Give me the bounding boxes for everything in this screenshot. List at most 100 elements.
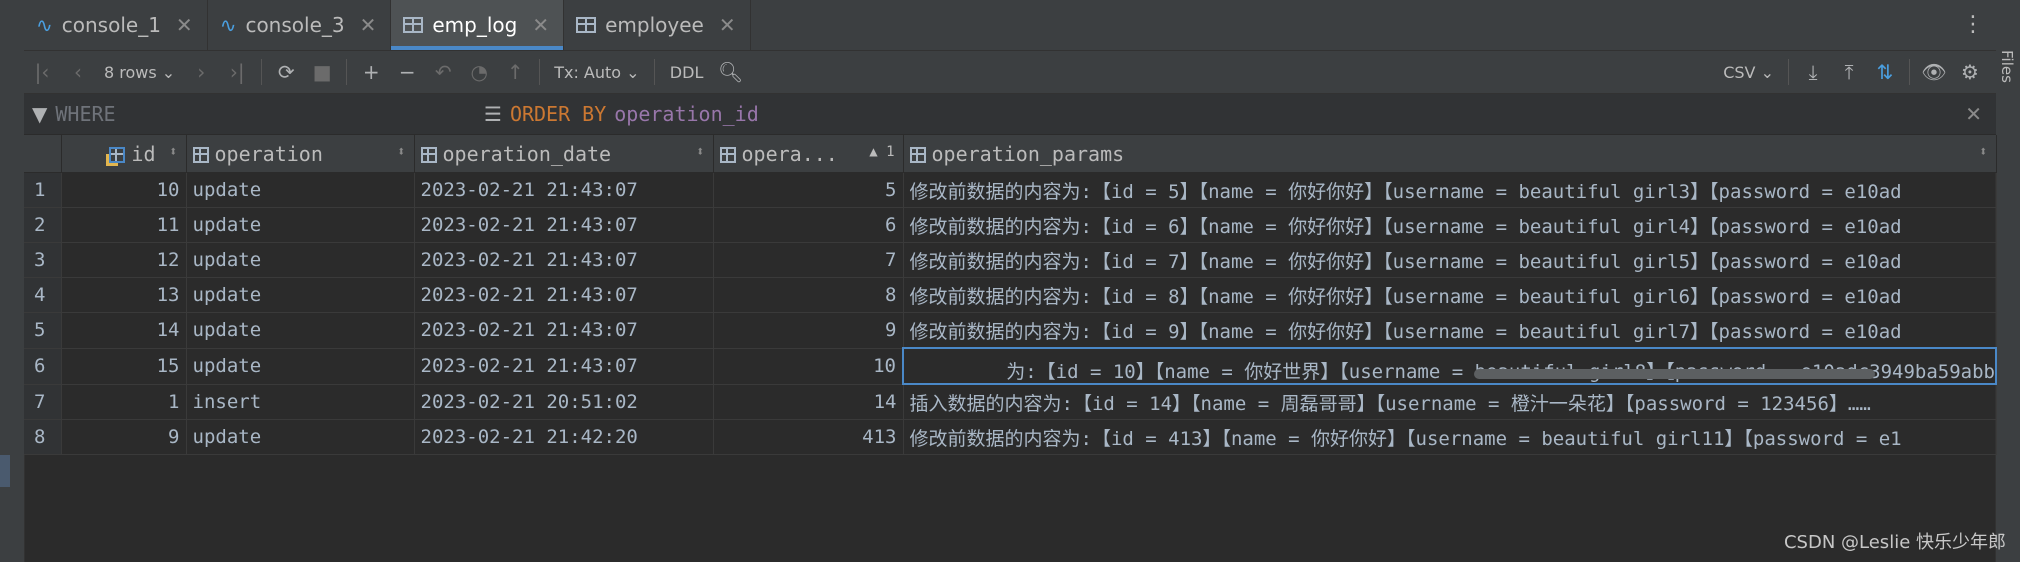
cell-id[interactable]: 12 (61, 242, 187, 278)
close-icon[interactable]: ✕ (532, 13, 549, 37)
cell-id[interactable]: 1 (61, 384, 187, 420)
cell-operation-id[interactable]: 10 (713, 348, 904, 385)
table-row[interactable]: 8 9 update 2023-02-21 21:42:20 413 修改前数据… (24, 419, 1997, 455)
download-icon[interactable]: ⤓ (1795, 55, 1831, 89)
next-page-icon[interactable]: › (183, 55, 219, 89)
cell-operation-params[interactable]: 修改前数据的内容为:【id = 6】【name = 你好你好】【username… (903, 207, 1997, 243)
close-icon[interactable]: ✕ (719, 13, 736, 37)
add-row-icon[interactable]: + (353, 55, 389, 89)
cell-operation-params[interactable]: 修改前数据的内容为:【id = 8】【name = 你好你好】【username… (903, 277, 1997, 313)
refresh-icon[interactable]: ⟳ (268, 55, 304, 89)
table-row[interactable]: 7 1 insert 2023-02-21 20:51:02 14 插入数据的内… (24, 384, 1997, 420)
table-row-expanded[interactable]: 6 15 update 2023-02-21 21:43:07 10 为:【id… (24, 347, 1997, 385)
cell-operation-date[interactable]: 2023-02-21 20:51:02 (414, 384, 714, 420)
horizontal-scrollbar[interactable] (1474, 369, 1875, 379)
row-number[interactable]: 4 (24, 277, 62, 313)
cell-operation[interactable]: update (186, 242, 415, 278)
cell-id[interactable]: 10 (61, 172, 187, 208)
files-tool-button[interactable]: Files (1998, 50, 2016, 83)
cell-operation-date[interactable]: 2023-02-21 21:43:07 (414, 242, 714, 278)
row-number[interactable]: 2 (24, 207, 62, 243)
cell-id[interactable]: 11 (61, 207, 187, 243)
cell-operation[interactable]: update (186, 419, 415, 455)
cell-id[interactable]: 14 (61, 312, 187, 349)
cell-operation-date[interactable]: 2023-02-21 21:43:07 (414, 348, 714, 385)
cell-editor-operation-params[interactable]: 为:【id = 10】【name = 你好世界】【username = beau… (902, 347, 1997, 385)
sort-ascending-icon[interactable]: ▲ 1 (869, 144, 894, 160)
ddl-button[interactable]: DDL (661, 55, 713, 89)
revert-icon[interactable]: ↶ (425, 55, 461, 89)
stop-icon[interactable]: ■ (304, 55, 340, 89)
row-number[interactable]: 6 (24, 348, 62, 385)
previous-page-icon[interactable]: ‹ (60, 55, 96, 89)
cell-operation-params[interactable]: 修改前数据的内容为:【id = 413】【name = 你好你好】【userna… (903, 419, 1997, 455)
cell-operation-id[interactable]: 413 (713, 419, 904, 455)
cell-operation-id[interactable]: 5 (713, 172, 904, 208)
column-header-operation-date[interactable]: operation_date ⬍ (414, 135, 714, 173)
column-header-id[interactable]: id ⬍ (61, 135, 187, 173)
first-page-icon[interactable]: |‹ (24, 55, 60, 89)
more-vertical-icon[interactable]: ⋮ (1962, 12, 1984, 37)
tab-employee[interactable]: employee ✕ (564, 0, 751, 50)
cell-operation[interactable]: update (186, 172, 415, 208)
row-number[interactable]: 8 (24, 419, 62, 455)
cell-operation[interactable]: update (186, 312, 415, 349)
row-number[interactable]: 5 (24, 312, 62, 349)
cell-operation-date[interactable]: 2023-02-21 21:43:07 (414, 207, 714, 243)
settings-gear-icon[interactable]: ⚙ (1952, 55, 1988, 89)
cell-operation[interactable]: insert (186, 384, 415, 420)
cell-operation[interactable]: update (186, 207, 415, 243)
close-icon[interactable]: ✕ (360, 13, 377, 37)
tab-console-1[interactable]: ∿ console_1 ✕ (24, 0, 208, 50)
table-row[interactable]: 5 14 update 2023-02-21 21:43:07 9 修改前数据的… (24, 312, 1997, 349)
column-header-operation-id[interactable]: opera... ▲ 1 (713, 135, 904, 173)
row-number[interactable]: 1 (24, 172, 62, 208)
cell-operation-id[interactable]: 9 (713, 312, 904, 349)
table-row[interactable]: 2 11 update 2023-02-21 21:43:07 6 修改前数据的… (24, 207, 1997, 243)
cell-operation[interactable]: update (186, 348, 415, 385)
transaction-mode-dropdown[interactable]: Tx: Auto ⌄ (546, 55, 647, 89)
sort-icon[interactable]: ⬍ (1979, 144, 1987, 160)
cell-operation-id[interactable]: 6 (713, 207, 904, 243)
cell-operation-params[interactable]: 修改前数据的内容为:【id = 5】【name = 你好你好】【username… (903, 172, 1997, 208)
row-number[interactable]: 7 (24, 384, 62, 420)
row-number[interactable]: 3 (24, 242, 62, 278)
sort-icon[interactable]: ⬍ (397, 144, 405, 160)
preview-changes-icon[interactable]: ◔ (461, 55, 497, 89)
close-icon[interactable]: ✕ (176, 13, 193, 37)
upload-icon[interactable]: ⤒ (1831, 55, 1867, 89)
cell-operation-params[interactable]: 修改前数据的内容为:【id = 9】【name = 你好你好】【username… (903, 312, 1997, 349)
table-row[interactable]: 1 10 update 2023-02-21 21:43:07 5 修改前数据的… (24, 172, 1997, 208)
cell-operation-id[interactable]: 8 (713, 277, 904, 313)
view-eye-icon[interactable]: 👁︎ (1916, 55, 1952, 89)
table-row[interactable]: 4 13 update 2023-02-21 21:43:07 8 修改前数据的… (24, 277, 1997, 313)
rows-count-dropdown[interactable]: 8 rows ⌄ (96, 55, 183, 89)
cell-id[interactable]: 13 (61, 277, 187, 313)
cell-operation-date[interactable]: 2023-02-21 21:42:20 (414, 419, 714, 455)
column-header-operation-params[interactable]: operation_params ⬍ (903, 135, 1997, 173)
cell-operation-date[interactable]: 2023-02-21 21:43:07 (414, 312, 714, 349)
last-page-icon[interactable]: ›| (219, 55, 255, 89)
submit-icon[interactable]: ↑ (497, 55, 533, 89)
cell-operation-id[interactable]: 7 (713, 242, 904, 278)
tab-emp-log[interactable]: emp_log ✕ (391, 0, 565, 50)
cell-operation-params[interactable]: 插入数据的内容为:【id = 14】【name = 周磊哥哥】【username… (903, 384, 1997, 420)
tab-console-3[interactable]: ∿ console_3 ✕ (208, 0, 392, 50)
table-row[interactable]: 3 12 update 2023-02-21 21:43:07 7 修改前数据的… (24, 242, 1997, 278)
column-header-operation[interactable]: operation ⬍ (186, 135, 415, 173)
search-icon[interactable]: 🔍︎ (713, 55, 749, 89)
cell-operation-id[interactable]: 14 (713, 384, 904, 420)
where-filter[interactable]: ▼ WHERE (32, 94, 116, 134)
cell-id[interactable]: 15 (61, 348, 187, 385)
delete-row-icon[interactable]: − (389, 55, 425, 89)
sort-icon[interactable]: ⬍ (696, 144, 704, 160)
cell-operation-date[interactable]: 2023-02-21 21:43:07 (414, 277, 714, 313)
cell-operation[interactable]: update (186, 277, 415, 313)
order-by-filter[interactable]: ☰ ORDER BY operation_id (484, 94, 759, 134)
cell-operation-date[interactable]: 2023-02-21 21:43:07 (414, 172, 714, 208)
cell-operation-params[interactable]: 修改前数据的内容为:【id = 7】【name = 你好你好】【username… (903, 242, 1997, 278)
export-format-dropdown[interactable]: CSV ⌄ (1715, 55, 1782, 89)
compare-icon[interactable]: ⇅ (1867, 55, 1903, 89)
sort-icon[interactable]: ⬍ (169, 144, 177, 160)
cell-id[interactable]: 9 (61, 419, 187, 455)
